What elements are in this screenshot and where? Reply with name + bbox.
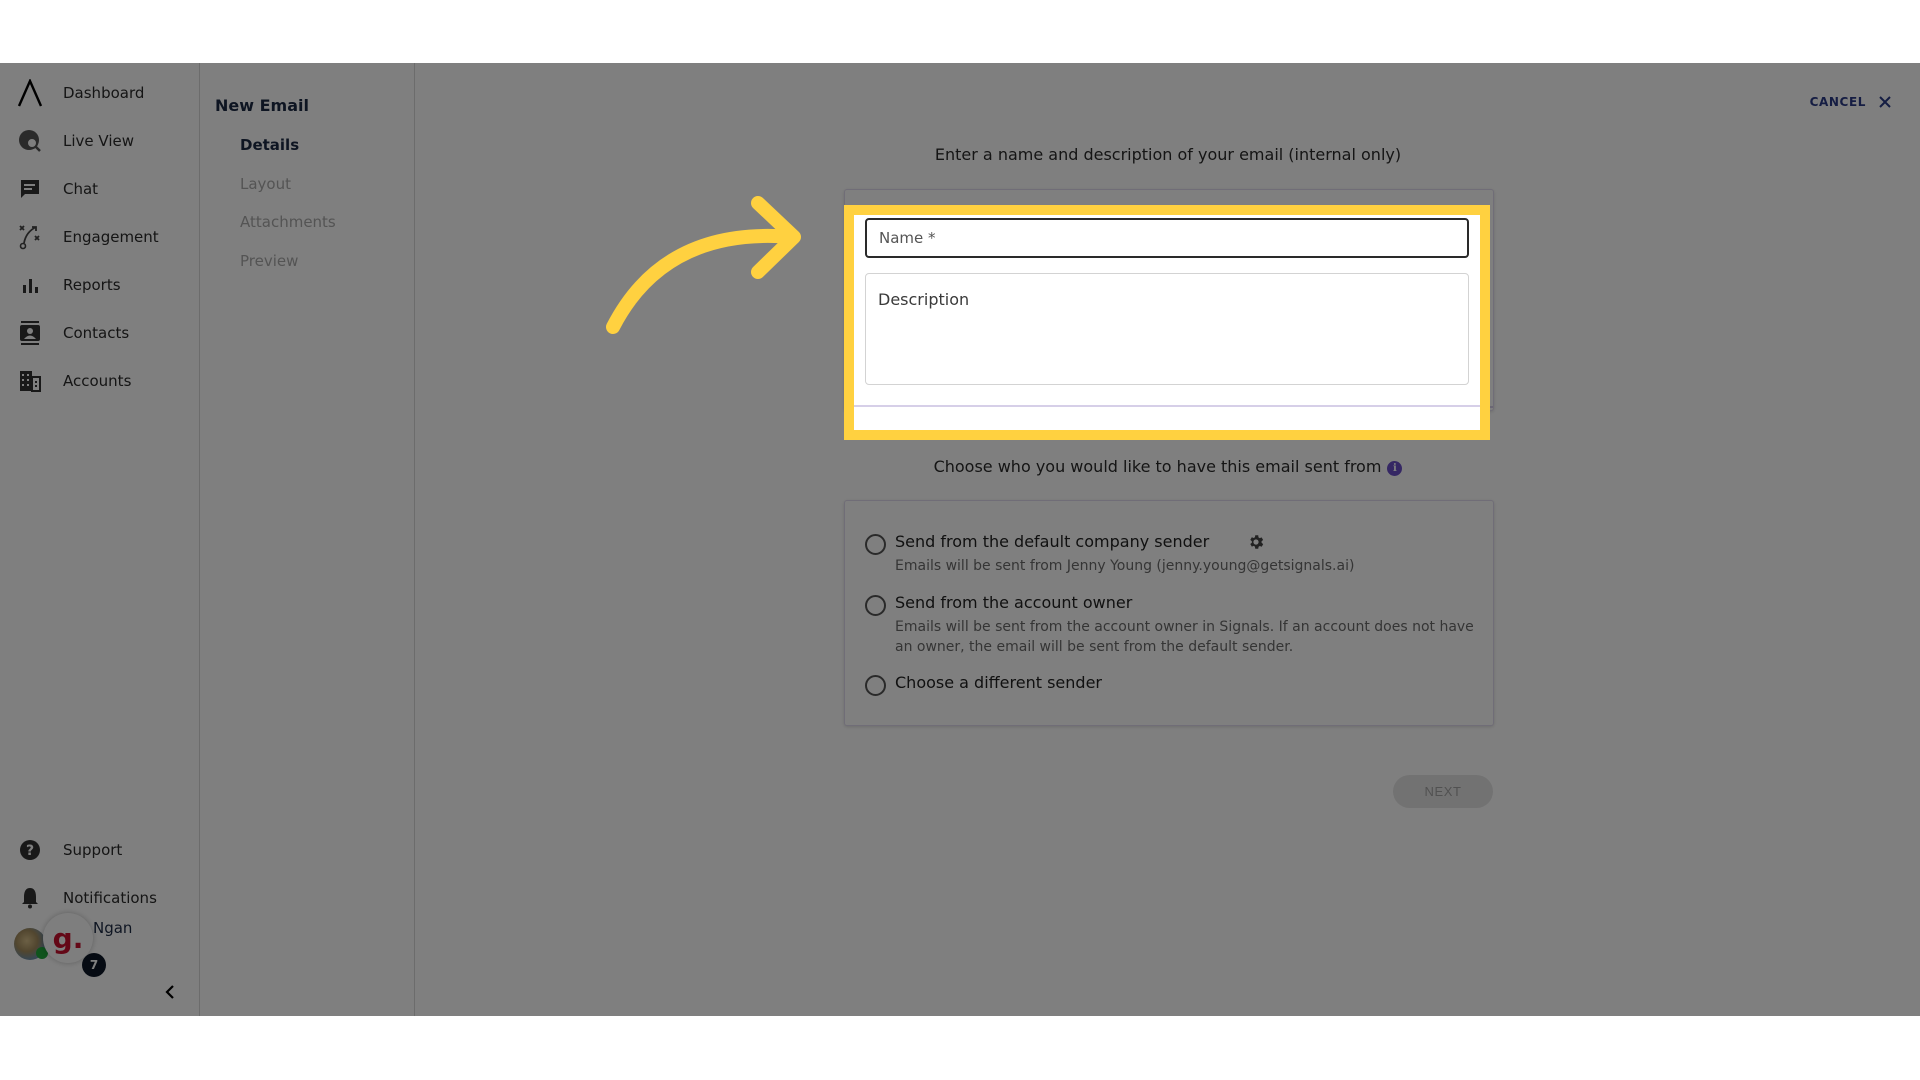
user-name: Ngan — [93, 919, 133, 937]
widget-logo: g. — [52, 921, 84, 955]
sender-card: Send from the default company sender Ema… — [844, 500, 1494, 726]
sidebar-item-contacts[interactable]: Contacts — [0, 313, 199, 353]
sidebar-item-label: Dashboard — [63, 84, 145, 102]
help-icon: ? — [15, 835, 45, 865]
step-layout[interactable]: Layout — [240, 175, 291, 193]
step-preview[interactable]: Preview — [240, 252, 298, 270]
chevron-left-icon — [165, 985, 174, 999]
radio-account-owner[interactable] — [865, 595, 886, 616]
bell-icon — [15, 883, 45, 913]
sidebar-item-support[interactable]: ? Support — [0, 830, 199, 870]
cancel-button[interactable]: CANCEL — [1810, 95, 1892, 109]
name-field-highlighted — [865, 218, 1469, 258]
sidebar-item-reports[interactable]: Reports — [0, 265, 199, 305]
building-icon — [15, 366, 45, 396]
sidebar-item-label: Contacts — [63, 324, 130, 342]
globe-search-icon — [15, 126, 45, 156]
option-label: Send from the account owner — [895, 593, 1133, 612]
chat-icon — [15, 174, 45, 204]
wizard-steps-panel: New Email Details Layout Attachments Pre… — [200, 63, 415, 1016]
step-attachments[interactable]: Attachments — [240, 213, 336, 231]
sender-heading-text: Choose who you would like to have this e… — [933, 457, 1382, 476]
sidebar-item-label: Live View — [63, 132, 134, 150]
sidebar-item-chat[interactable]: Chat — [0, 169, 199, 209]
sidebar-item-label: Reports — [63, 276, 121, 294]
sidebar-item-label: Support — [63, 841, 123, 859]
option-description: Emails will be sent from Jenny Young (je… — [895, 558, 1355, 574]
description-input-highlighted[interactable] — [866, 274, 1468, 384]
sidebar-item-label: Chat — [63, 180, 99, 198]
user-profile[interactable]: Ngan g. 7 — [12, 913, 192, 977]
sidebar-item-label: Notifications — [63, 889, 157, 907]
name-input-highlighted[interactable] — [867, 220, 1467, 256]
option-label: Choose a different sender — [895, 673, 1102, 692]
logo-caret-icon — [15, 78, 45, 108]
sidebar-item-label: Engagement — [63, 228, 159, 246]
sidebar: Dashboard Live View Chat Engagement Repo… — [0, 63, 200, 1016]
wizard-title: New Email — [215, 96, 309, 115]
svg-text:?: ? — [26, 843, 34, 859]
card-divider — [854, 405, 1480, 407]
sender-heading: Choose who you would like to have this e… — [844, 457, 1492, 476]
notification-badge: 7 — [82, 953, 106, 977]
contact-card-icon — [15, 318, 45, 348]
radio-different-sender[interactable] — [865, 675, 886, 696]
sidebar-item-engagement[interactable]: Engagement — [0, 217, 199, 257]
description-field-highlighted — [865, 273, 1469, 385]
step-details[interactable]: Details — [240, 136, 299, 154]
sidebar-item-accounts[interactable]: Accounts — [0, 361, 199, 401]
cancel-label: CANCEL — [1809, 95, 1866, 109]
option-label: Send from the default company sender — [895, 532, 1210, 551]
collapse-sidebar-button[interactable] — [160, 982, 180, 1002]
highlight-box — [844, 205, 1490, 440]
sidebar-item-notifications[interactable]: Notifications — [0, 878, 199, 918]
info-icon[interactable]: i — [1387, 461, 1403, 476]
option-description: Emails will be sent from the account own… — [895, 619, 1474, 655]
bar-chart-icon — [15, 270, 45, 300]
sidebar-item-dashboard[interactable]: Dashboard — [0, 73, 199, 113]
sidebar-item-live-view[interactable]: Live View — [0, 121, 199, 161]
sidebar-item-label: Accounts — [63, 372, 132, 390]
play-strategy-icon — [15, 222, 45, 252]
next-button[interactable]: NEXT — [1393, 775, 1493, 808]
gear-icon[interactable] — [1247, 533, 1265, 551]
radio-default-sender[interactable] — [865, 534, 886, 555]
details-heading: Enter a name and description of your ema… — [934, 145, 1402, 164]
close-icon — [1879, 96, 1891, 108]
